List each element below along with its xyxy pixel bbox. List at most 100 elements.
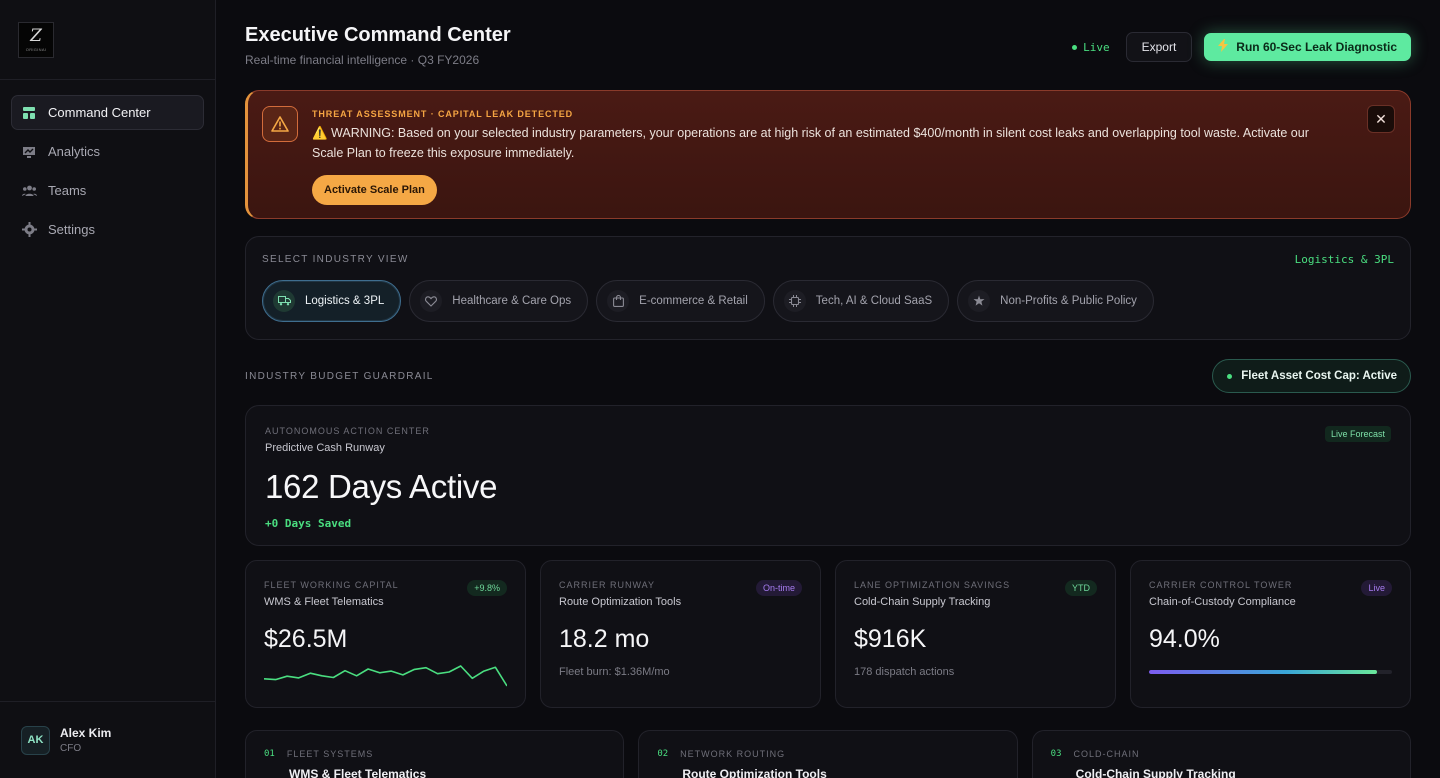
system-cards: 01 FLEET SYSTEMS WMS & Fleet Telematics … — [245, 730, 1411, 778]
capital-leak-alert: THREAT ASSESSMENT · CAPITAL LEAK DETECTE… — [245, 90, 1411, 219]
metric-value: $26.5M — [264, 625, 348, 653]
sidebar-item-analytics[interactable]: Analytics — [11, 134, 204, 169]
export-button[interactable]: Export — [1125, 32, 1193, 62]
metric-badge: On-time — [755, 580, 802, 596]
metric-card-control-tower: CARRIER CONTROL TOWER Chain-of-Custody C… — [1130, 560, 1411, 708]
sidebar-item-settings[interactable]: Settings — [11, 212, 204, 247]
metric-kicker: CARRIER CONTROL TOWER — [1149, 580, 1293, 590]
run-diagnostic-button[interactable]: Run 60-Sec Leak Diagnostic — [1204, 33, 1411, 61]
live-label: Live — [1083, 40, 1110, 54]
industry-current: Logistics & 3PL — [1294, 253, 1394, 266]
industry-option-tech[interactable]: Tech, AI & Cloud SaaS — [772, 280, 950, 322]
metric-kicker: LANE OPTIMIZATION SAVINGS — [854, 580, 1011, 590]
industry-option-logistics[interactable]: Logistics & 3PL — [262, 280, 402, 322]
user-profile[interactable]: AK Alex Kim CFO — [0, 701, 215, 778]
system-card-title: WMS & Fleet Telematics — [289, 767, 427, 778]
grid-icon — [21, 105, 37, 121]
metric-cards: FLEET WORKING CAPITAL WMS & Fleet Telema… — [245, 560, 1411, 708]
metric-badge: YTD — [1065, 580, 1097, 596]
user-name: Alex Kim — [60, 726, 112, 740]
lightning-icon — [1218, 39, 1229, 55]
industry-option-label: Healthcare & Care Ops — [452, 295, 572, 307]
runway-value: 162 Days Active — [265, 468, 498, 505]
chip-icon — [783, 290, 806, 312]
system-card-number: 02 — [657, 749, 669, 759]
metric-title: WMS & Fleet Telematics — [264, 596, 384, 608]
chart-icon — [21, 144, 37, 160]
logo-area: Z ORIGINAI — [0, 0, 215, 80]
compliance-progress-fill — [1149, 670, 1378, 674]
industry-option-ecommerce[interactable]: E-commerce & Retail — [596, 280, 765, 322]
warning-icon — [262, 106, 298, 142]
runway-kicker: AUTONOMOUS ACTION CENTER — [265, 426, 430, 436]
users-icon — [21, 183, 37, 199]
industry-option-healthcare[interactable]: Healthcare & Care Ops — [409, 280, 589, 322]
page-subtitle: Real-time financial intelligence · Q3 FY… — [245, 53, 480, 67]
guardrail-badge-label: Fleet Asset Cost Cap: Active — [1241, 370, 1397, 382]
metric-badge: +9.8% — [467, 580, 507, 596]
sidebar-item-label: Teams — [48, 183, 87, 198]
guardrail-status-badge[interactable]: Fleet Asset Cost Cap: Active — [1212, 359, 1411, 393]
avatar: AK — [21, 725, 50, 755]
guardrail-heading: INDUSTRY BUDGET GUARDRAIL — [245, 370, 434, 382]
live-dot-icon — [1072, 44, 1078, 50]
runway-saved: +0 Days Saved — [265, 517, 352, 530]
alert-kicker: THREAT ASSESSMENT · CAPITAL LEAK DETECTE… — [312, 109, 574, 119]
close-icon[interactable]: ✕ — [1367, 105, 1395, 133]
status-dot-icon — [1227, 373, 1233, 379]
runway-title: Predictive Cash Runway — [265, 442, 385, 454]
budget-guardrail: INDUSTRY BUDGET GUARDRAIL Fleet Asset Co… — [245, 359, 1411, 393]
system-card-routing[interactable]: 02 NETWORK ROUTING Route Optimization To… — [638, 730, 1018, 778]
sidebar-item-label: Settings — [48, 222, 95, 237]
cash-runway-card: AUTONOMOUS ACTION CENTER Predictive Cash… — [245, 405, 1411, 546]
bag-icon — [607, 290, 630, 312]
sidebar-item-teams[interactable]: Teams — [11, 173, 204, 208]
sparkline-line — [263, 665, 508, 687]
system-card-title: Cold-Chain Supply Tracking — [1075, 767, 1236, 778]
industry-option-label: Logistics & 3PL — [305, 295, 385, 307]
metric-card-lane-savings: LANE OPTIMIZATION SAVINGS Cold-Chain Sup… — [835, 560, 1116, 708]
system-card-kicker: NETWORK ROUTING — [680, 749, 786, 759]
metric-title: Route Optimization Tools — [559, 596, 682, 608]
star-icon — [968, 290, 991, 312]
system-card-number: 01 — [264, 749, 275, 759]
system-card-number: 03 — [1050, 749, 1062, 759]
metric-value: $916K — [854, 625, 927, 653]
metric-badge: Live — [1361, 580, 1392, 596]
brand-logo[interactable]: Z ORIGINAI — [18, 22, 54, 58]
metric-note: 178 dispatch actions — [854, 666, 955, 678]
header-actions: Live Export Run 60-Sec Leak Diagnostic — [1072, 24, 1411, 62]
activate-scale-plan-button[interactable]: Activate Scale Plan — [312, 175, 437, 205]
live-forecast-badge: Live Forecast — [1324, 426, 1391, 442]
gear-icon — [21, 222, 37, 238]
sidebar-item-command-center[interactable]: Command Center — [11, 95, 204, 130]
metric-card-fleet-working-capital: FLEET WORKING CAPITAL WMS & Fleet Telema… — [245, 560, 526, 708]
sidebar: Z ORIGINAI Command Center Analytics Team… — [0, 0, 216, 778]
compliance-progress-bar — [1149, 670, 1392, 674]
live-indicator: Live — [1072, 41, 1110, 54]
truck-icon — [273, 290, 295, 312]
heart-icon — [420, 290, 443, 312]
metric-value: 94.0% — [1149, 625, 1220, 653]
metric-card-carrier-runway: CARRIER RUNWAY Route Optimization Tools … — [540, 560, 821, 708]
sidebar-item-label: Command Center — [48, 105, 151, 120]
industry-option-nonprofit[interactable]: Non-Profits & Public Policy — [957, 280, 1154, 322]
industry-selector: SELECT INDUSTRY VIEW Logistics & 3PL Log… — [245, 236, 1411, 340]
sparkline-chart — [263, 665, 508, 687]
metric-title: Chain-of-Custody Compliance — [1149, 596, 1296, 608]
page-title: Executive Command Center — [245, 24, 511, 46]
alert-message: ⚠️ WARNING: Based on your selected indus… — [312, 126, 1309, 160]
sidebar-item-label: Analytics — [48, 144, 101, 159]
system-card-kicker: FLEET SYSTEMS — [286, 749, 374, 759]
system-card-cold-chain[interactable]: 03 COLD-CHAIN Cold-Chain Supply Tracking — [1031, 730, 1411, 778]
user-role: CFO — [60, 743, 82, 754]
system-card-fleet[interactable]: 01 FLEET SYSTEMS WMS & Fleet Telematics — [245, 730, 625, 778]
run-diagnostic-label: Run 60-Sec Leak Diagnostic — [1236, 40, 1397, 54]
page-header: Executive Command Center Real-time finan… — [245, 0, 1411, 90]
metric-value: 18.2 mo — [559, 625, 650, 653]
industry-option-label: Tech, AI & Cloud SaaS — [815, 295, 933, 307]
logo-caption: ORIGINAI — [25, 47, 47, 52]
system-card-title: Route Optimization Tools — [682, 767, 827, 778]
industry-options: Logistics & 3PL Healthcare & Care Ops E-… — [262, 280, 1394, 322]
sidebar-nav: Command Center Analytics Teams Settings — [0, 80, 215, 262]
